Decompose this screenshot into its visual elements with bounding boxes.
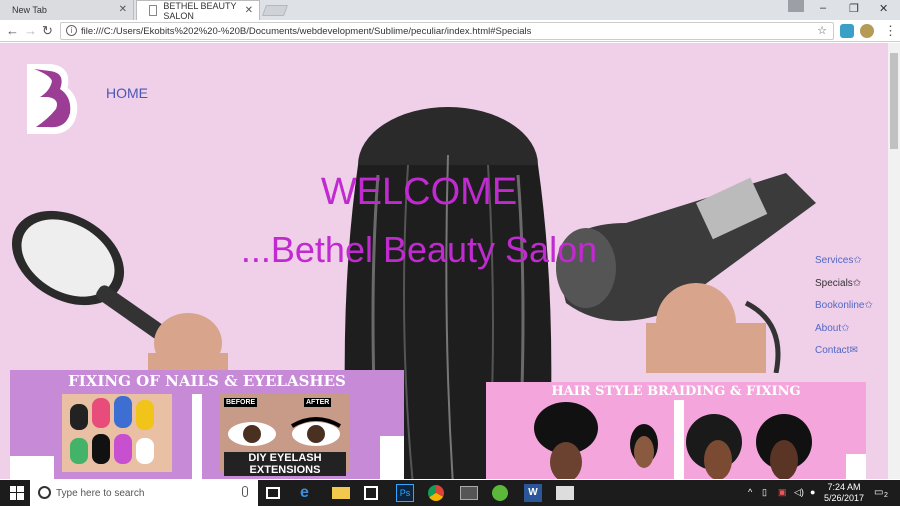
clock-date: 5/26/2017 [823, 493, 865, 503]
reload-icon[interactable]: ↻ [42, 23, 53, 39]
info-icon[interactable]: i [66, 25, 77, 36]
eyelash-image: BEFORE AFTER DIY EYELASH EXTENSIONS [220, 394, 350, 476]
tray-chevron-icon[interactable]: ^ [748, 487, 752, 497]
battery-icon[interactable]: ▯ [762, 487, 767, 498]
windows-start-icon[interactable] [10, 486, 24, 500]
hair-braiding-banner: HAIR STYLE BRAIDING & FIXING [486, 382, 866, 479]
tab-new-tab[interactable]: New Tab ✕ [0, 0, 134, 20]
salon-logo [27, 64, 78, 135]
scrollbar-thumb[interactable] [890, 53, 898, 149]
network-icon[interactable]: ▣ [778, 487, 787, 498]
nav-services-link[interactable]: Services✩ [815, 255, 873, 278]
close-icon[interactable]: ✕ [245, 5, 253, 16]
menu-icon[interactable]: ⋮ [884, 23, 897, 39]
page-viewport: HOME WELCOME ...Bethel Beauty Salon Serv… [0, 43, 888, 479]
before-label: BEFORE [224, 398, 258, 407]
photos-icon[interactable] [556, 486, 574, 500]
taskbar: Type here to search e Ps W ^ ▯ ▣ ◁) ● 7:… [0, 480, 900, 506]
volume-icon[interactable]: ◁) [794, 487, 804, 498]
chrome-icon[interactable] [428, 485, 444, 501]
microphone-icon[interactable] [242, 486, 248, 497]
extension-icon[interactable] [860, 24, 874, 38]
window-close-icon[interactable]: ✕ [879, 2, 888, 15]
nails-eyelashes-banner: FIXING OF NAILS & EYELASHES BEFORE AFTER [10, 370, 404, 479]
tab-strip: New Tab ✕ BETHEL BEAUTY SALON ✕ – ❐ ✕ [0, 0, 900, 21]
address-text: file:///C:/Users/Ekobits%202%20-%20B/Doc… [81, 25, 532, 37]
decor-block [380, 436, 404, 479]
page-scrollbar[interactable] [888, 43, 900, 479]
edge-icon[interactable]: e [300, 484, 318, 502]
nav-bookonline-link[interactable]: Bookonline✩ [815, 300, 873, 323]
close-icon[interactable]: ✕ [119, 4, 127, 15]
bookmark-star-icon[interactable]: ☆ [817, 24, 827, 37]
address-bar[interactable]: i file:///C:/Users/Ekobits%202%20-%20B/D… [60, 22, 834, 40]
extension-icon[interactable] [840, 24, 854, 38]
welcome-heading: WELCOME [320, 171, 518, 213]
divider [192, 394, 202, 479]
minimize-icon[interactable]: – [820, 2, 826, 14]
salon-name-heading: ...Bethel Beauty Salon [240, 229, 598, 270]
profile-icon[interactable] [788, 0, 804, 12]
file-explorer-icon[interactable] [332, 487, 350, 499]
maximize-icon[interactable]: ❐ [849, 2, 859, 15]
system-clock[interactable]: 7:24 AM 5/26/2017 [820, 482, 868, 504]
forward-icon[interactable]: → [24, 23, 37, 38]
word-icon[interactable]: W [524, 484, 542, 502]
tab-title: New Tab [12, 5, 47, 15]
app-icon[interactable] [492, 485, 508, 501]
app-tray-icon[interactable]: ● [810, 487, 815, 497]
nail-art-image [62, 394, 172, 472]
banner-title: FIXING OF NAILS & EYELASHES [68, 372, 346, 390]
nav-contact-link[interactable]: Contact✉ [815, 345, 873, 368]
notification-count: 2 [884, 492, 888, 499]
taskbar-search-box[interactable]: Type here to search [30, 480, 258, 506]
page-icon [149, 5, 158, 16]
app-icon[interactable] [460, 486, 478, 500]
store-icon[interactable] [364, 486, 378, 500]
nav-about-link[interactable]: About✩ [815, 323, 873, 346]
eyelash-caption: DIY EYELASH EXTENSIONS [224, 452, 346, 476]
photoshop-icon[interactable]: Ps [396, 484, 414, 502]
decor-block [846, 454, 866, 479]
back-icon[interactable]: ← [6, 23, 19, 38]
notification-icon[interactable]: ▭ [874, 487, 883, 498]
after-label: AFTER [304, 398, 332, 407]
browser-toolbar: ← → ↻ i file:///C:/Users/Ekobits%202%20-… [0, 20, 900, 42]
search-placeholder: Type here to search [56, 487, 145, 499]
tab-bethel[interactable]: BETHEL BEAUTY SALON ✕ [136, 0, 260, 21]
nav-home-link[interactable]: HOME [106, 85, 148, 101]
decor-block [10, 456, 54, 479]
task-view-icon[interactable] [266, 487, 280, 499]
new-tab-button[interactable] [261, 5, 289, 16]
cortana-icon [38, 486, 51, 499]
clock-time: 7:24 AM [827, 482, 861, 492]
side-nav: Services✩ Specials✩ Bookonline✩ About✩ C… [815, 255, 873, 368]
nav-specials-link[interactable]: Specials✩ [815, 278, 873, 301]
